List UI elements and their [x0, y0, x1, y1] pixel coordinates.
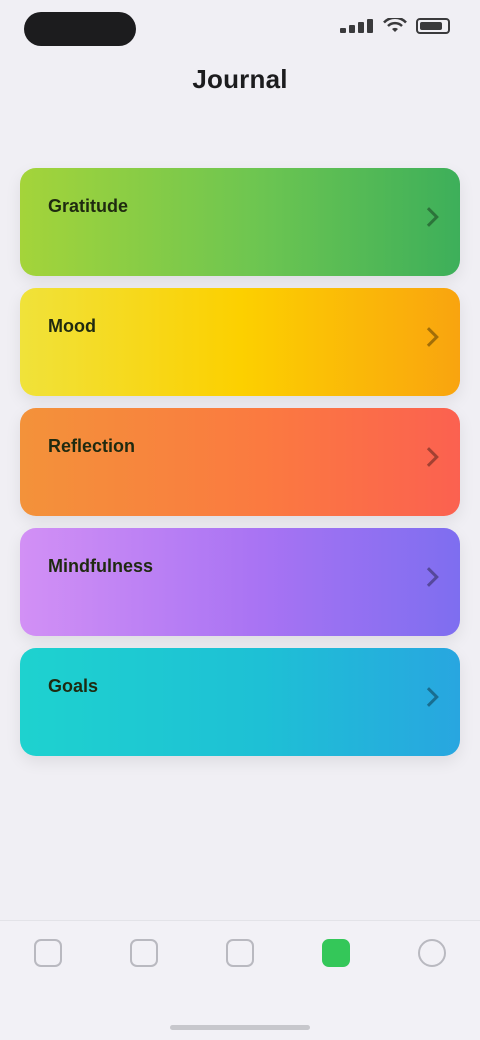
category-list: Gratitude Mood Reflection Mindfulness Go… — [20, 168, 460, 768]
tab-home[interactable] — [8, 939, 88, 1040]
calendar-icon — [226, 939, 254, 967]
page-title: Journal — [192, 64, 288, 94]
card-title: Goals — [48, 676, 99, 696]
wifi-icon — [383, 18, 407, 32]
category-card-gratitude[interactable]: Gratitude — [20, 168, 460, 276]
journal-screen: Journal Gratitude Mood Reflection Mindfu… — [0, 0, 480, 1040]
tab-bar — [0, 920, 480, 1040]
status-icons — [340, 18, 450, 34]
card-title: Reflection — [48, 436, 136, 456]
header: Journal — [0, 64, 480, 125]
status-bar — [0, 0, 480, 60]
category-card-goals[interactable]: Goals — [20, 648, 460, 756]
category-card-mindfulness[interactable]: Mindfulness — [20, 528, 460, 636]
dynamic-island — [24, 12, 136, 46]
card-title: Gratitude — [48, 196, 129, 216]
tab-profile[interactable] — [392, 939, 472, 1040]
signal-icon — [340, 19, 374, 33]
list-icon — [130, 939, 158, 967]
card-title: Mindfulness — [48, 556, 154, 576]
category-card-reflection[interactable]: Reflection — [20, 408, 460, 516]
journal-icon — [322, 939, 350, 967]
home-indicator — [170, 1025, 310, 1030]
profile-icon — [418, 939, 446, 967]
category-card-mood[interactable]: Mood — [20, 288, 460, 396]
home-icon — [34, 939, 62, 967]
battery-icon — [416, 18, 450, 34]
card-title: Mood — [48, 316, 96, 336]
